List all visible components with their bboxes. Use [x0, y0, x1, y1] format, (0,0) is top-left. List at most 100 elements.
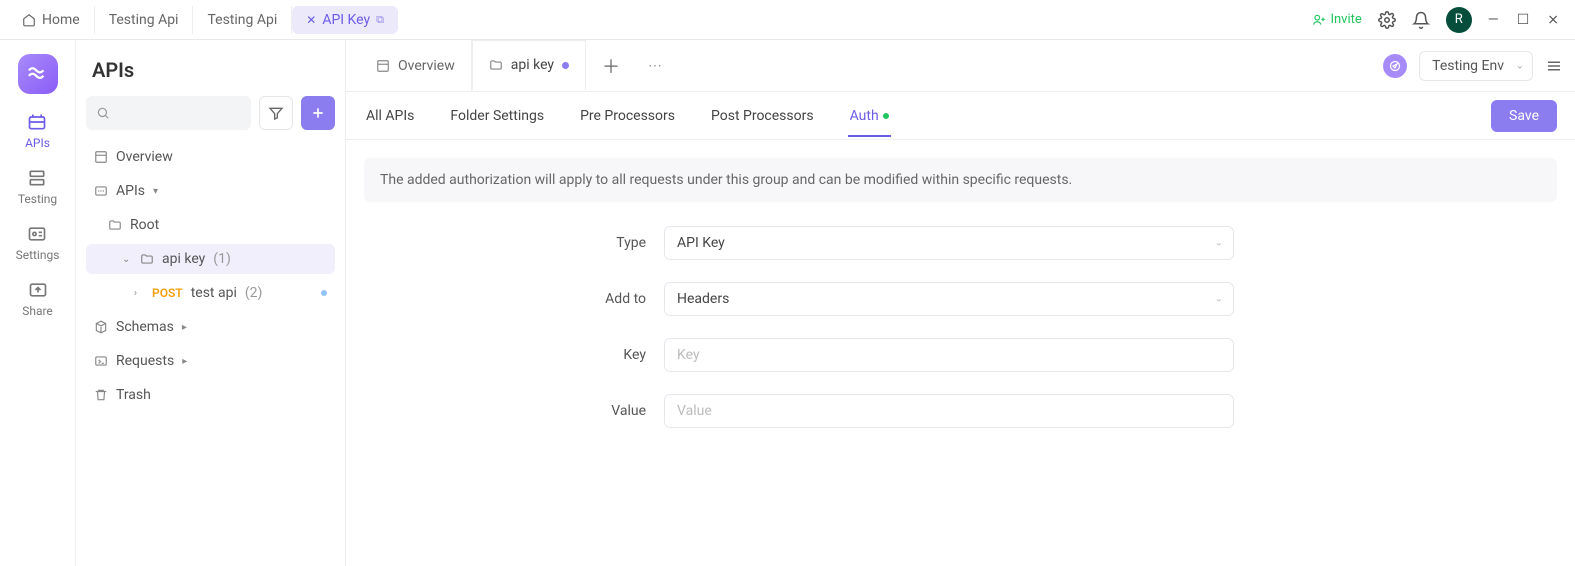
share-icon: [28, 280, 48, 300]
row-addto: Add to Headers ⌄: [364, 282, 1557, 316]
modified-dot: [562, 62, 569, 69]
status-dot: [321, 290, 327, 296]
avatar[interactable]: R: [1446, 7, 1472, 33]
row-type: Type API Key ⌄: [364, 226, 1557, 260]
invite-label: Invite: [1330, 12, 1361, 27]
sidebar-test-api[interactable]: › POST test api (2): [86, 278, 335, 308]
sidebar-overview[interactable]: Overview: [86, 142, 335, 172]
settings-gear-icon[interactable]: [1378, 11, 1396, 29]
request-icon: [94, 354, 108, 368]
avatar-initial: R: [1455, 12, 1463, 27]
type-value: API Key: [677, 235, 725, 251]
bell-icon[interactable]: [1412, 11, 1430, 29]
doc-tab-label: api key: [511, 57, 554, 73]
api-icon: [94, 184, 108, 198]
tab-label: Testing Api: [109, 12, 179, 28]
tab-testing-2[interactable]: Testing Api: [193, 6, 292, 34]
sidebar-root[interactable]: Root: [86, 210, 335, 240]
doc-tab-overview[interactable]: Overview: [360, 40, 472, 91]
doc-tab-apikey[interactable]: api key: [472, 40, 586, 91]
menu-icon[interactable]: [1545, 57, 1563, 75]
close-icon[interactable]: ✕: [306, 13, 316, 27]
row-key: Key: [364, 338, 1557, 372]
trash-icon: [94, 388, 108, 402]
rail-label: Share: [22, 304, 53, 318]
addto-select[interactable]: Headers ⌄: [664, 282, 1234, 316]
row-label: APIs: [116, 183, 145, 199]
folder-icon: [140, 252, 154, 266]
addto-label: Add to: [364, 291, 664, 307]
sidebar-schemas[interactable]: Schemas ▸: [86, 312, 335, 342]
settings-icon: [27, 224, 47, 244]
sidebar-title: APIs: [92, 58, 329, 82]
sidebar-requests[interactable]: Requests ▸: [86, 346, 335, 376]
subtab-folder-settings[interactable]: Folder Settings: [448, 96, 546, 136]
key-label: Key: [364, 347, 664, 363]
subtab-pre-processors[interactable]: Pre Processors: [578, 96, 677, 136]
folder-icon: [489, 58, 503, 72]
rail-label: APIs: [25, 136, 50, 150]
tab-api-key[interactable]: ✕ API Key ⧉: [292, 6, 398, 34]
save-button[interactable]: Save: [1491, 100, 1557, 132]
tab-testing-1[interactable]: Testing Api: [95, 6, 194, 34]
testing-icon: [27, 168, 47, 188]
window-controls: — ☐ ⨯: [1488, 12, 1559, 28]
row-label: test api: [191, 285, 237, 301]
invite-icon: [1312, 13, 1326, 27]
home-icon: [22, 13, 36, 27]
value-input[interactable]: [664, 394, 1234, 428]
subtab-all-apis[interactable]: All APIs: [364, 96, 416, 136]
close-window-icon[interactable]: ⨯: [1547, 12, 1559, 28]
row-count: (2): [245, 285, 263, 301]
rail-share[interactable]: Share: [22, 280, 53, 318]
app-logo[interactable]: [18, 54, 58, 94]
rail-apis[interactable]: APIs: [25, 112, 50, 150]
auth-panel: The added authorization will apply to al…: [346, 140, 1575, 468]
type-label: Type: [364, 235, 664, 251]
caret-icon: ▸: [182, 322, 192, 333]
caret-icon: ▾: [153, 186, 163, 197]
rail-label: Settings: [16, 248, 60, 262]
chevron-down-icon[interactable]: ⌄: [122, 254, 132, 265]
subtab-auth[interactable]: Auth: [848, 96, 891, 136]
environment-select[interactable]: Testing Env ⌄: [1419, 51, 1533, 81]
doc-tab-label: Overview: [398, 58, 455, 74]
key-input[interactable]: [664, 338, 1234, 372]
window-tabs-bar: Home Testing Api Testing Api ✕ API Key ⧉…: [0, 0, 1575, 40]
row-label: Trash: [116, 387, 151, 403]
sidebar-tree: Overview APIs ▾ Root ⌄: [86, 142, 335, 410]
addto-value: Headers: [677, 291, 729, 307]
minimize-icon[interactable]: —: [1488, 12, 1499, 28]
content: Overview api key ＋ ⋯ Testing Env: [346, 40, 1575, 566]
value-label: Value: [364, 403, 664, 419]
chevron-down-icon: ⌄: [1516, 60, 1524, 71]
folder-icon: [108, 218, 122, 232]
sidebar-trash[interactable]: Trash: [86, 380, 335, 410]
chevron-down-icon: ⌄: [1215, 238, 1223, 249]
more-tabs-button[interactable]: ⋯: [636, 58, 674, 74]
rail-testing[interactable]: Testing: [18, 168, 57, 206]
add-button[interactable]: [301, 96, 335, 130]
invite-button[interactable]: Invite: [1312, 12, 1361, 27]
sidebar-apikey-folder[interactable]: ⌄ api key (1): [86, 244, 335, 274]
rail-label: Testing: [18, 192, 57, 206]
sidebar: APIs Overview: [76, 40, 346, 566]
chevron-right-icon[interactable]: ›: [134, 288, 144, 299]
search-input[interactable]: [86, 96, 251, 130]
tab-label: API Key: [322, 12, 370, 28]
row-value: Value: [364, 394, 1557, 428]
type-select[interactable]: API Key ⌄: [664, 226, 1234, 260]
row-label: Requests: [116, 353, 174, 369]
top-tabs: Home Testing Api Testing Api ✕ API Key ⧉: [8, 6, 1312, 34]
maximize-icon[interactable]: ☐: [1517, 12, 1530, 28]
subtab-post-processors[interactable]: Post Processors: [709, 96, 816, 136]
environment-icon[interactable]: [1383, 54, 1407, 78]
tab-home-label: Home: [42, 12, 80, 28]
new-tab-button[interactable]: ＋: [586, 53, 636, 79]
filter-button[interactable]: [259, 96, 293, 130]
rail-settings[interactable]: Settings: [16, 224, 60, 262]
sidebar-apis[interactable]: APIs ▾: [86, 176, 335, 206]
row-label: Overview: [116, 149, 173, 165]
tab-home[interactable]: Home: [8, 6, 95, 34]
apis-icon: [27, 112, 47, 132]
